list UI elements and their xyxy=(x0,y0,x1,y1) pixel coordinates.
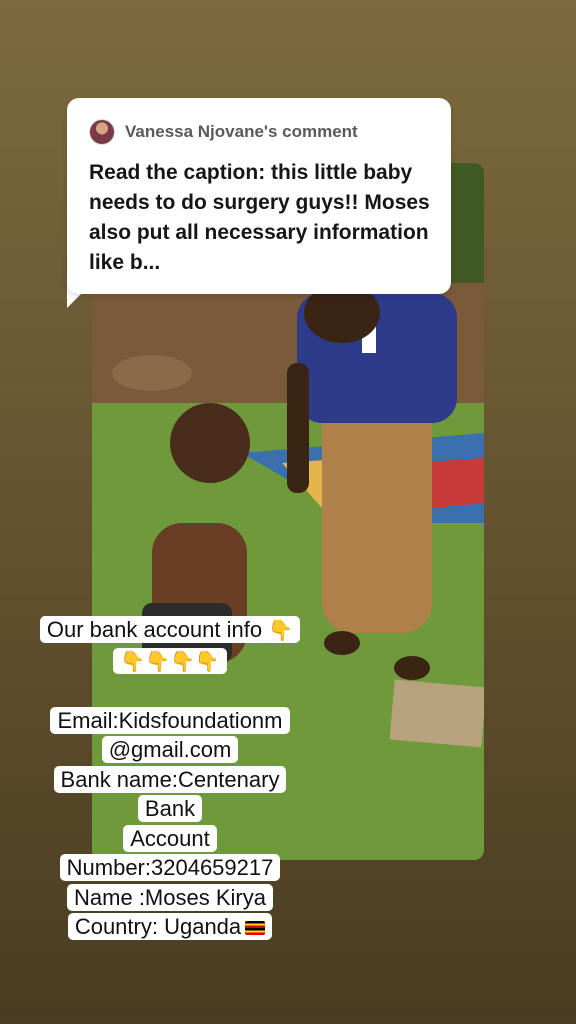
comment-header: Vanessa Njovane's comment xyxy=(89,119,358,145)
pointing-down-icon: 👇 xyxy=(268,618,294,642)
caption-overlay: Our bank account info 👇 👇👇👇👇 Email:Kidsf… xyxy=(0,615,340,942)
caption-line: Our bank account info 👇 xyxy=(39,616,301,643)
caption-account-line1: Account xyxy=(123,824,217,852)
caption-name-line: Name :Moses Kirya xyxy=(67,883,273,911)
uganda-flag-icon xyxy=(245,921,266,935)
caption-email-line2: @gmail.com xyxy=(101,736,239,763)
comment-author: Vanessa Njovane's comment xyxy=(125,122,358,141)
avatar xyxy=(89,119,115,145)
caption-bank-line2: Bank xyxy=(137,795,203,822)
pointing-down-icons: 👇👇👇👇 xyxy=(113,647,227,674)
caption-heading: Our bank account info xyxy=(46,617,263,642)
caption-account-line2: Number:3204659217 xyxy=(59,854,281,881)
comment-reply-card[interactable]: Vanessa Njovane's comment Read the capti… xyxy=(67,98,451,294)
caption-bank-line1: Bank name:Centenary xyxy=(53,765,287,793)
caption-email-line1: Email:Kidsfoundationm xyxy=(50,706,290,734)
comment-text: Read the caption: this little baby needs… xyxy=(89,161,430,274)
caption-country-line: Country: Uganda xyxy=(74,914,242,939)
caption-country-container: Country: Uganda xyxy=(67,913,273,940)
